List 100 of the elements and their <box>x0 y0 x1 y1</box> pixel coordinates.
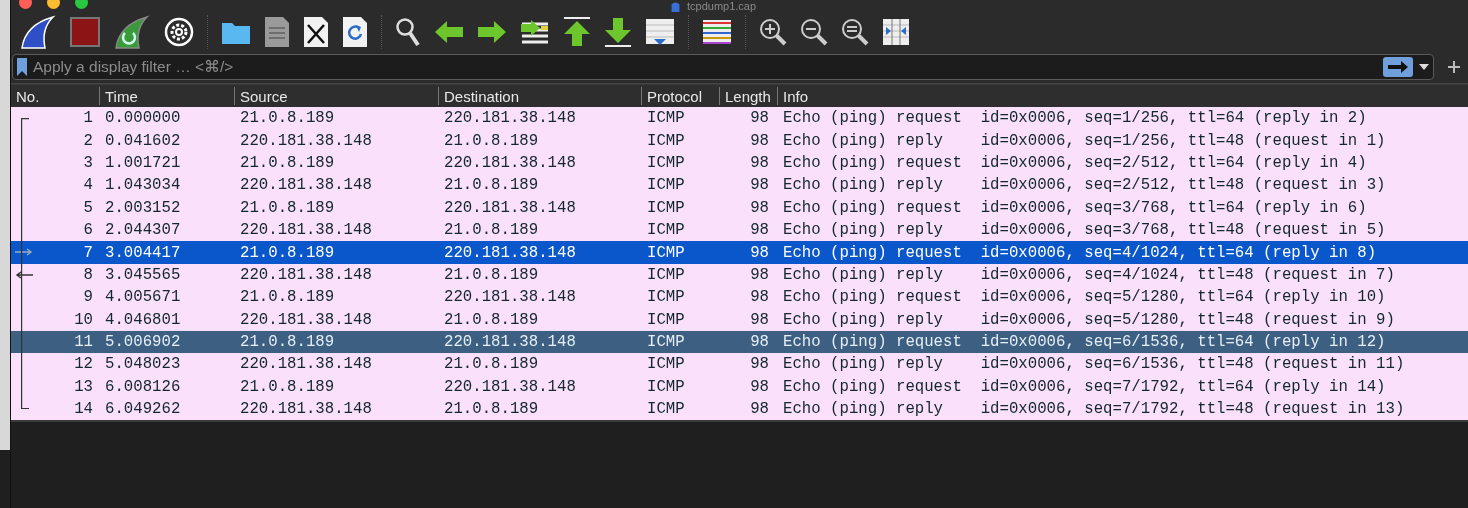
column-header[interactable]: Info <box>783 87 809 105</box>
time-cell: 3.004417 <box>105 243 181 262</box>
packet-number: 8 <box>83 265 93 284</box>
packet-row[interactable]: 6 2.044307 220.181.38.148 21.0.8.189 ICMP 98 Echo (ping) reply id=0x0006, seq=3/768, ttl=48 (request in 5) <box>11 218 1468 242</box>
zoom-in-icon[interactable] <box>759 18 787 46</box>
column-header[interactable]: Source <box>240 87 288 105</box>
packet-row[interactable]: 5 2.003152 21.0.8.189 220.181.38.148 ICMP 98 Echo (ping) request id=0x0006, seq=3/768, ttl=64 (reply in 6) <box>11 196 1468 219</box>
plus-icon[interactable] <box>1448 61 1460 73</box>
source-cell: 21.0.8.189 <box>240 333 335 352</box>
packet-row[interactable]: 1 0.000000 21.0.8.189 220.181.38.148 ICMP 98 Echo (ping) request id=0x0006, seq=1/256, ttl=64 (reply in 2) <box>11 107 1468 130</box>
search-icon[interactable] <box>395 17 421 47</box>
length-cell: 98 <box>750 333 769 352</box>
length-cell: 98 <box>750 198 769 217</box>
reload-file-icon[interactable] <box>342 16 368 48</box>
source-cell: 21.0.8.189 <box>240 153 335 172</box>
length-cell: 98 <box>750 377 769 396</box>
info-cell: Echo (ping) request id=0x0006, seq=6/1536, ttl=64 (reply in 12) <box>783 333 1386 352</box>
time-cell: 2.044307 <box>105 221 181 240</box>
destination-cell: 220.181.38.148 <box>444 333 576 352</box>
packet-row[interactable]: 7 3.004417 21.0.8.189 220.181.38.148 ICMP 98 Echo (ping) request id=0x0006, seq=4/1024, ttl=64 (reply in 8) <box>11 241 1468 264</box>
info-cell: Echo (ping) reply id=0x0006, seq=1/256, ttl=48 (request in 1) <box>783 131 1386 150</box>
destination-cell: 220.181.38.148 <box>444 288 576 307</box>
display-filter-field[interactable]: Apply a display filter … <⌘/> <box>12 54 1434 80</box>
source-cell: 220.181.38.148 <box>240 400 372 419</box>
bookmark-icon[interactable] <box>17 58 27 76</box>
auto-scroll-icon[interactable] <box>645 18 675 46</box>
info-cell: Echo (ping) reply id=0x0006, seq=7/1792, ttl=48 (request in 13) <box>783 400 1405 419</box>
protocol-cell: ICMP <box>647 131 685 150</box>
protocol-cell: ICMP <box>647 355 685 374</box>
destination-cell: 21.0.8.189 <box>444 310 539 329</box>
protocol-cell: ICMP <box>647 109 685 128</box>
time-cell: 1.001721 <box>105 153 181 172</box>
settings-icon[interactable] <box>164 17 194 47</box>
window-title: tcpdump1.cap <box>687 0 757 12</box>
resize-columns-icon[interactable] <box>882 18 910 46</box>
time-cell: 3.045565 <box>105 265 181 284</box>
protocol-cell: ICMP <box>647 377 685 396</box>
source-cell: 220.181.38.148 <box>240 310 372 329</box>
destination-cell: 220.181.38.148 <box>444 198 576 217</box>
destination-cell: 21.0.8.189 <box>444 221 539 240</box>
protocol-cell: ICMP <box>647 198 685 217</box>
column-header[interactable]: Time <box>105 87 138 105</box>
source-cell: 21.0.8.189 <box>240 109 335 128</box>
time-cell: 4.046801 <box>105 310 181 329</box>
length-cell: 98 <box>750 153 769 172</box>
time-cell: 0.041602 <box>105 131 181 150</box>
column-header[interactable]: Length <box>725 87 771 105</box>
arrow-down-icon[interactable] <box>604 17 632 47</box>
close-file-icon[interactable] <box>303 16 329 48</box>
protocol-cell: ICMP <box>647 243 685 262</box>
info-cell: Echo (ping) request id=0x0006, seq=1/256, ttl=64 (reply in 2) <box>783 109 1367 128</box>
column-header[interactable]: Destination <box>444 87 520 105</box>
destination-cell: 220.181.38.148 <box>444 109 576 128</box>
arrow-left-icon[interactable] <box>434 20 464 44</box>
time-cell: 2.003152 <box>105 198 181 217</box>
go-to-packet-icon[interactable] <box>520 18 550 46</box>
source-cell: 220.181.38.148 <box>240 221 372 240</box>
shark-fin-icon[interactable] <box>19 15 57 49</box>
info-cell: Echo (ping) request id=0x0006, seq=4/1024, ttl=64 (reply in 8) <box>783 243 1377 262</box>
filter-input[interactable]: Apply a display filter … <⌘/> <box>33 58 1377 76</box>
packet-row[interactable]: 2 0.041602 220.181.38.148 21.0.8.189 ICMP 98 Echo (ping) reply id=0x0006, seq=1/256, ttl=48 (request in 1) <box>11 129 1468 152</box>
packet-row[interactable]: 14 6.049262 220.181.38.148 21.0.8.189 ICMP 98 Echo (ping) reply id=0x0006, seq=7/1792, ttl=48 (request in 13) <box>11 398 1468 421</box>
column-header[interactable]: No. <box>16 87 40 105</box>
packet-row[interactable]: 10 4.046801 220.181.38.148 21.0.8.189 ICMP 98 Echo (ping) reply id=0x0006, seq=5/1280, ttl=48 (request in 9) <box>11 308 1468 331</box>
length-cell: 98 <box>750 176 769 195</box>
destination-cell: 220.181.38.148 <box>444 377 576 396</box>
zoom-out-icon[interactable] <box>800 18 828 46</box>
time-cell: 0.000000 <box>105 109 181 128</box>
destination-cell: 21.0.8.189 <box>444 265 539 284</box>
protocol-cell: ICMP <box>647 400 685 419</box>
destination-cell: 21.0.8.189 <box>444 400 539 419</box>
column-header[interactable]: Protocol <box>647 87 703 105</box>
packet-number: 10 <box>74 310 93 329</box>
packet-number: 12 <box>74 355 93 374</box>
packet-row[interactable]: 3 1.001721 21.0.8.189 220.181.38.148 ICMP 98 Echo (ping) request id=0x0006, seq=2/512, ttl=64 (reply in 4) <box>11 151 1468 175</box>
packet-number: 6 <box>83 221 93 240</box>
info-cell: Echo (ping) reply id=0x0006, seq=2/512, ttl=48 (request in 3) <box>783 176 1386 195</box>
time-cell: 1.043034 <box>105 176 181 195</box>
packet-number: 1 <box>83 109 93 128</box>
packet-row[interactable]: 13 6.008126 21.0.8.189 220.181.38.148 ICMP 98 Echo (ping) request id=0x0006, seq=7/1792, ttl=64 (reply in 14) <box>11 375 1468 399</box>
arrow-up-icon[interactable] <box>563 17 591 47</box>
caret-icon[interactable] <box>1419 64 1429 70</box>
destination-cell: 220.181.38.148 <box>444 243 576 262</box>
destination-cell: 21.0.8.189 <box>444 131 539 150</box>
packet-row[interactable]: 4 1.043034 220.181.38.148 21.0.8.189 ICMP 98 Echo (ping) reply id=0x0006, seq=2/512, ttl=48 (request in 3) <box>11 174 1468 197</box>
packet-row[interactable]: 11 5.006902 21.0.8.189 220.181.38.148 ICMP 98 Echo (ping) request id=0x0006, seq=6/1536, ttl=64 (reply in 12) <box>11 330 1468 354</box>
protocol-cell: ICMP <box>647 288 685 307</box>
info-cell: Echo (ping) request id=0x0006, seq=3/768, ttl=64 (reply in 6) <box>783 198 1367 217</box>
zoom-reset-icon[interactable] <box>841 18 869 46</box>
packet-row[interactable]: 9 4.005671 21.0.8.189 220.181.38.148 ICMP 98 Echo (ping) request id=0x0006, seq=5/1280, ttl=64 (reply in 10) <box>11 286 1468 309</box>
packet-row[interactable]: 8 3.045565 220.181.38.148 21.0.8.189 ICMP 98 Echo (ping) reply id=0x0006, seq=4/1024, ttl=48 (request in 7) <box>11 263 1468 287</box>
info-cell: Echo (ping) reply id=0x0006, seq=3/768, ttl=48 (request in 5) <box>783 221 1386 240</box>
packet-row[interactable]: 12 5.048023 220.181.38.148 21.0.8.189 ICMP 98 Echo (ping) reply id=0x0006, seq=6/1536, ttl=48 (request in 11) <box>11 353 1468 376</box>
arrow-right-icon[interactable] <box>477 20 507 44</box>
packet-number: 9 <box>83 288 93 307</box>
info-cell: Echo (ping) request id=0x0006, seq=5/1280, ttl=64 (reply in 10) <box>783 288 1386 307</box>
colorize-icon[interactable] <box>702 19 732 45</box>
restart-icon[interactable] <box>113 15 151 49</box>
packet-number: 14 <box>74 400 93 419</box>
protocol-cell: ICMP <box>647 265 685 284</box>
